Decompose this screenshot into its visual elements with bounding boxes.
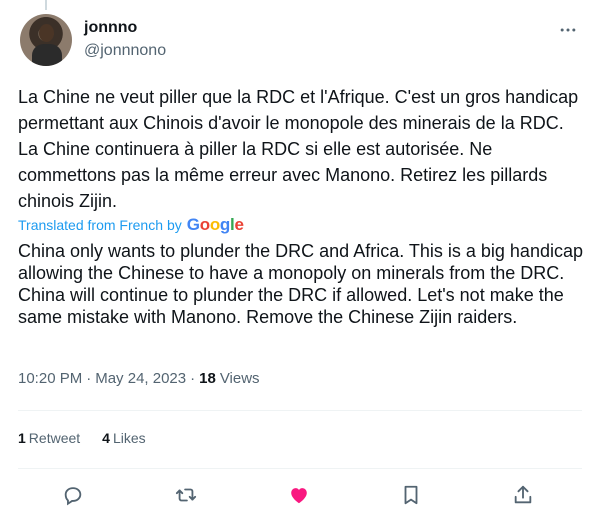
retweets-count: 1 [18, 430, 26, 446]
share-button[interactable] [506, 480, 540, 510]
display-name[interactable]: jonnno [84, 18, 166, 38]
tweet-date[interactable]: May 24, 2023 [95, 370, 186, 387]
tweet-header: jonnno @jonnnono [18, 12, 582, 68]
translated-by: by [166, 217, 182, 233]
views-label: Views [219, 370, 260, 387]
likes-stat[interactable]: 4 Likes [102, 430, 145, 446]
retweets-stat[interactable]: 1 Retweet [18, 430, 80, 446]
action-bar [18, 480, 582, 510]
share-icon [514, 485, 532, 504]
avatar-body [32, 44, 62, 66]
user-handle[interactable]: @jonnnono [84, 41, 166, 61]
google-logo: Google [186, 215, 244, 234]
views-count: 18 [199, 370, 216, 387]
avatar-head [39, 24, 54, 42]
tweet-translation-text: China only wants to plunder the DRC and … [18, 241, 583, 327]
more-horizontal-icon[interactable] [558, 20, 578, 45]
retweet-button[interactable] [169, 480, 203, 510]
retweets-label: Retweet [28, 430, 81, 446]
meta-separator: · [86, 370, 92, 387]
avatar[interactable] [20, 14, 72, 66]
translation-attribution[interactable]: Translated from French by Google [18, 215, 244, 235]
translated-label: Translated from French [18, 217, 163, 233]
reply-button[interactable] [56, 480, 90, 510]
tweet-original-text: La Chine ne veut piller que la RDC et l'… [18, 87, 579, 211]
tweet-time[interactable]: 10:20 PM [18, 370, 82, 387]
likes-label: Likes [112, 430, 146, 446]
meta-separator: · [190, 370, 196, 387]
author-block: jonnno @jonnnono [84, 18, 166, 61]
engagement-stats: 1 Retweet 4 Likes [18, 430, 168, 446]
retweet-icon [175, 488, 197, 502]
like-button[interactable] [282, 480, 316, 510]
divider [18, 410, 582, 411]
bookmark-icon [404, 485, 418, 505]
divider [18, 468, 582, 469]
tweet-meta: 10:20 PM · May 24, 2023 · 18 Views [18, 370, 260, 387]
likes-count: 4 [102, 430, 110, 446]
bookmark-button[interactable] [394, 480, 428, 510]
thread-connector-line [45, 0, 47, 10]
reply-icon [64, 487, 82, 506]
heart-filled-icon [291, 488, 307, 504]
